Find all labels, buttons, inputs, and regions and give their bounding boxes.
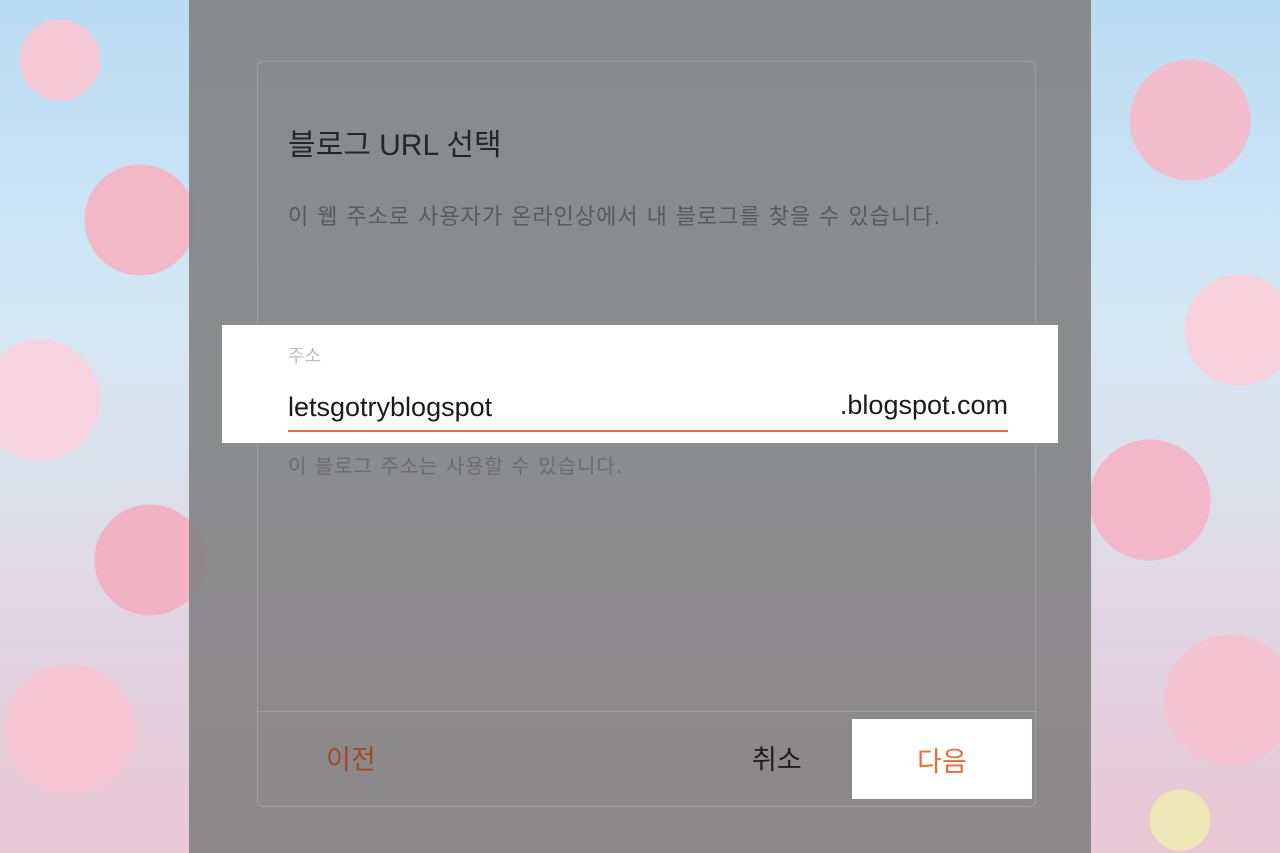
dialog-title: 블로그 URL 선택 (288, 129, 502, 162)
dialog-description: 이 웹 주소로 사용자가 온라인상에서 내 블로그를 찾을 수 있습니다. (288, 205, 942, 230)
cancel-button[interactable]: 취소 (752, 738, 802, 777)
previous-button[interactable]: 이전 (326, 738, 376, 777)
address-suffix: .blogspot.com (839, 390, 1008, 420)
footer-divider (257, 711, 1036, 712)
address-field-label: 주소 (288, 346, 322, 367)
address-field-underline (288, 430, 1008, 432)
address-input[interactable] (288, 388, 808, 426)
next-button[interactable]: 다음 (852, 719, 1032, 799)
address-helper-text: 이 블로그 주소는 사용할 수 있습니다. (288, 454, 624, 478)
